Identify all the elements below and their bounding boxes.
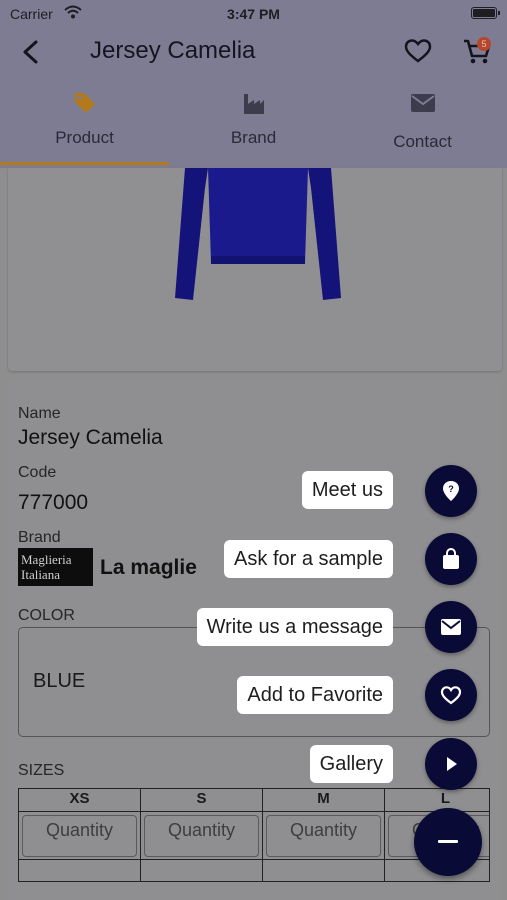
ask-sample-button[interactable]	[425, 533, 477, 585]
tab-brand[interactable]: Brand	[169, 84, 338, 168]
clock: 3:47 PM	[227, 6, 280, 22]
size-header-s: S	[141, 789, 263, 811]
quantity-cell: Quantity	[263, 812, 385, 860]
product-name: Jersey Camelia	[18, 426, 163, 449]
quantity-cell: Quantity	[141, 812, 263, 860]
active-tab-indicator	[0, 162, 169, 165]
fab-label-add-favorite[interactable]: Add to Favorite	[237, 676, 393, 714]
table-cell	[19, 860, 141, 882]
size-header-m: M	[263, 789, 385, 811]
product-image	[175, 168, 341, 300]
location-pin-icon: ?	[443, 481, 459, 501]
heart-icon	[440, 686, 462, 705]
size-header-l: L	[385, 789, 489, 811]
back-arrow-icon[interactable]	[16, 36, 46, 68]
envelope-icon	[441, 619, 461, 635]
sizes-header-row: XS S M L	[19, 788, 489, 812]
minus-icon	[438, 840, 458, 843]
write-message-button[interactable]	[425, 601, 477, 653]
add-favorite-button[interactable]	[425, 669, 477, 721]
table-cell	[141, 860, 263, 882]
sizes-label: SIZES	[18, 762, 65, 779]
nav-bar: Jersey Camelia	[0, 28, 507, 76]
fab-label-ask-sample[interactable]: Ask for a sample	[224, 540, 393, 578]
quantity-cell: Quantity	[19, 812, 141, 860]
page-title: Jersey Camelia	[90, 37, 256, 64]
fab-label-gallery[interactable]: Gallery	[309, 745, 393, 783]
quantity-input-s[interactable]: Quantity	[144, 815, 259, 857]
quantity-input-m[interactable]: Quantity	[266, 815, 381, 857]
tab-label: Brand	[230, 128, 277, 147]
cart-count-badge: 5	[477, 37, 491, 51]
code-label: Code	[18, 464, 57, 481]
favorite-heart-icon[interactable]	[404, 38, 432, 64]
color-label: COLOR	[18, 607, 75, 624]
quantity-input-xs[interactable]: Quantity	[22, 815, 137, 857]
play-icon	[447, 757, 457, 771]
svg-text:?: ?	[448, 484, 454, 494]
tab-bar: Product Brand Contact	[0, 84, 507, 168]
brand-label: Brand	[18, 529, 61, 546]
tab-label: Product	[55, 128, 114, 147]
table-cell	[263, 860, 385, 882]
product-image-card[interactable]	[8, 168, 502, 371]
brand-logo: Maglieria Italiana	[18, 548, 93, 586]
tag-icon	[75, 93, 95, 113]
meet-us-button[interactable]: ?	[425, 465, 477, 517]
tab-contact[interactable]: Contact	[338, 84, 507, 168]
name-label: Name	[18, 405, 61, 422]
fab-label-meet-us[interactable]: Meet us	[301, 471, 393, 509]
color-value: BLUE	[33, 670, 86, 692]
sizes-footer-row	[19, 860, 489, 882]
battery-icon	[471, 7, 500, 19]
status-bar: Carrier 3:47 PM	[0, 0, 507, 28]
size-header-xs: XS	[19, 789, 141, 811]
tab-label: Contact	[393, 132, 452, 151]
tab-product[interactable]: Product	[0, 84, 169, 168]
shopping-bag-icon	[443, 548, 459, 569]
mail-icon	[411, 94, 435, 112]
fab-menu-toggle-button[interactable]	[414, 808, 482, 876]
gallery-button[interactable]	[425, 738, 477, 790]
product-code: 777000	[18, 491, 89, 514]
brand-name[interactable]: La maglie	[100, 556, 197, 580]
factory-icon	[244, 94, 264, 114]
fab-label-write-message[interactable]: Write us a message	[196, 608, 393, 646]
